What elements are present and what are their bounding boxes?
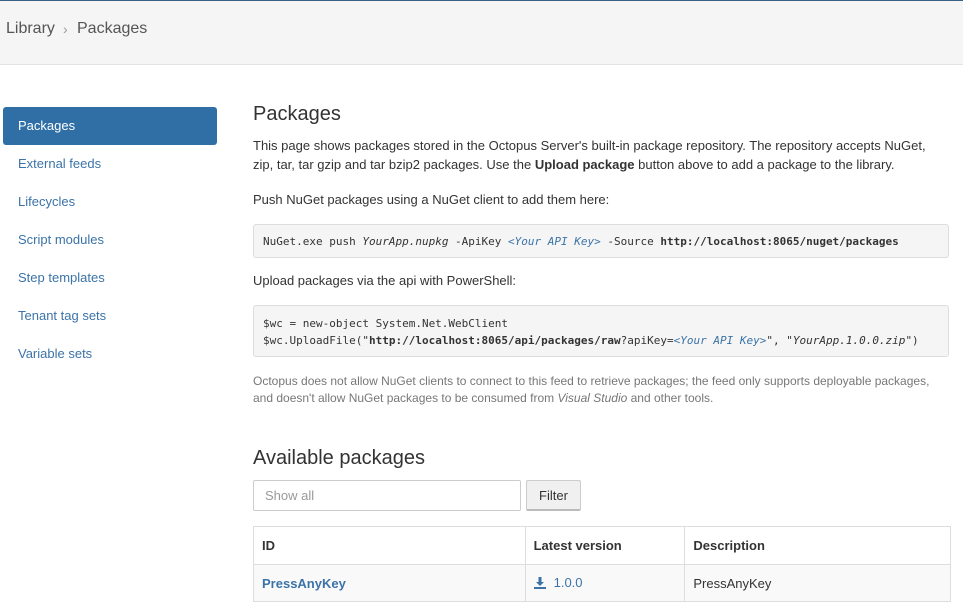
sidebar-item-packages[interactable]: Packages	[3, 107, 217, 145]
breadcrumb-current: Packages	[77, 20, 148, 37]
powershell-command: $wc = new-object System.Net.WebClient $w…	[253, 305, 949, 357]
package-id-link[interactable]: PressAnyKey	[262, 576, 346, 591]
column-header-id: ID	[253, 526, 526, 565]
feed-note: Octopus does not allow NuGet clients to …	[253, 374, 930, 405]
page-title: Packages	[253, 103, 341, 125]
intro-line-1: This page shows packages stored in the O…	[253, 138, 926, 153]
intro-text: This page shows packages stored in the O…	[253, 136, 926, 174]
sidebar-item-tenant-tag-sets[interactable]: Tenant tag sets	[3, 297, 217, 335]
column-header-latest-version: Latest version	[524, 526, 686, 565]
table-row: PressAnyKey 1.0.0 PressAnyKey	[253, 564, 951, 602]
breadcrumb-library[interactable]: Library	[6, 20, 55, 38]
package-version-link[interactable]: 1.0.0	[554, 575, 583, 590]
package-search-input[interactable]	[253, 480, 521, 511]
header-bar: Library › Packages	[0, 1, 963, 65]
column-header-description: Description	[684, 526, 951, 565]
sidebar-item-external-feeds[interactable]: External feeds	[3, 145, 217, 183]
filter-button[interactable]: Filter	[526, 480, 581, 511]
upload-package-emphasis: Upload package	[534, 157, 635, 172]
powershell-line-2: $wc.UploadFile("http://localhost:8065/ap…	[263, 334, 919, 347]
push-label: Push NuGet packages using a NuGet client…	[253, 192, 610, 207]
package-description: PressAnyKey	[684, 564, 951, 602]
sidebar-item-step-templates[interactable]: Step templates	[3, 259, 217, 297]
api-label: Upload packages via the api with PowerSh…	[253, 273, 517, 288]
nuget-push-command: NuGet.exe push YourApp.nupkg -ApiKey <Yo…	[253, 224, 949, 258]
intro-line-2: zip, tar, tar gzip and tar bzip2 package…	[253, 157, 895, 172]
download-icon[interactable]	[533, 576, 546, 592]
available-packages-title: Available packages	[253, 447, 425, 469]
breadcrumb-separator: ›	[63, 21, 68, 37]
sidebar-nav: Packages External feeds Lifecycles Scrip…	[3, 107, 217, 373]
packages-table: ID Latest version Description PressAnyKe…	[253, 526, 951, 602]
sidebar-item-script-modules[interactable]: Script modules	[3, 221, 217, 259]
table-header-row: ID Latest version Description	[253, 526, 951, 565]
sidebar-item-lifecycles[interactable]: Lifecycles	[3, 183, 217, 221]
powershell-line-1: $wc = new-object System.Net.WebClient	[263, 317, 509, 330]
sidebar-item-variable-sets[interactable]: Variable sets	[3, 335, 217, 373]
